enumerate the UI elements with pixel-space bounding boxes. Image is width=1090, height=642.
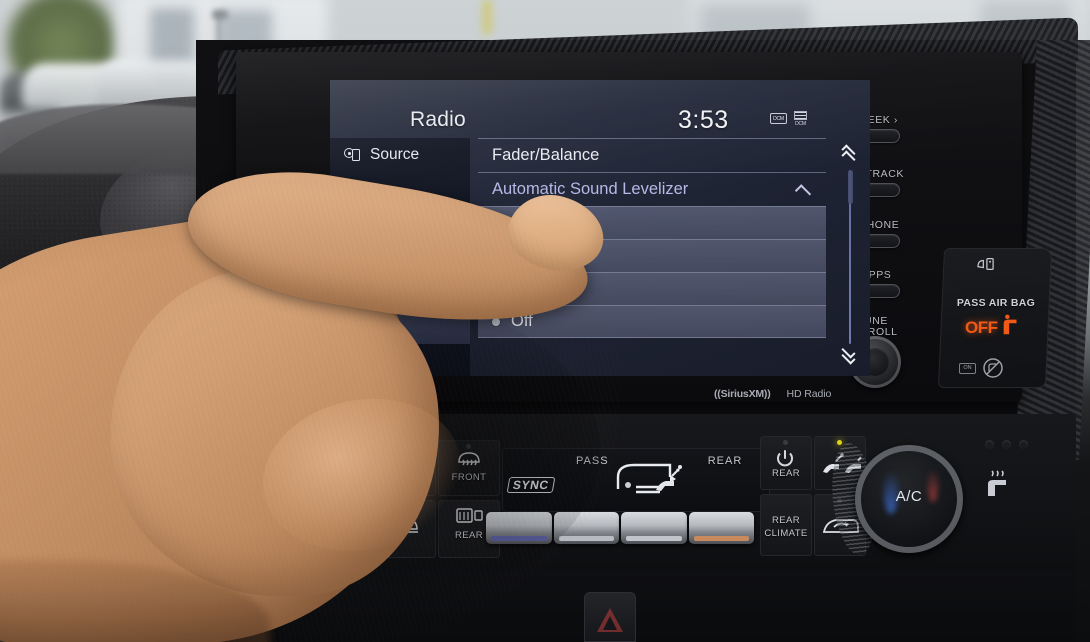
rear-seat-label: REAR — [707, 455, 743, 467]
list-item-fader-balance[interactable]: Fader/Balance — [478, 138, 826, 172]
sidebar-item-presets[interactable]: Presets — [330, 180, 470, 213]
brand-row: ((SiriusXM)) HD Radio — [714, 386, 874, 402]
option-low[interactable]: Low — [478, 272, 826, 305]
infotainment-screen[interactable]: Radio 3:53 DCM DCM Source Presets ions S… — [330, 80, 870, 376]
pass-air-bag-off-indicator: OFF — [965, 318, 998, 337]
sidebar-item-options-label: ions — [362, 284, 391, 302]
option-high[interactable]: High — [478, 206, 826, 239]
presets-grid-icon — [344, 189, 361, 204]
option-low-label: Low — [511, 279, 542, 298]
front-defrost-led — [466, 444, 471, 449]
option-mid-label: Mid — [511, 246, 538, 265]
screen-sidebar: Source Presets ions Sound — [330, 138, 470, 376]
temperature-slider-buttons[interactable] — [486, 512, 754, 544]
dcm-signal-bars — [794, 111, 807, 120]
option-high-label: High — [511, 213, 545, 232]
auto-label: AUTO — [260, 520, 306, 536]
auto-climate-icon — [268, 483, 301, 500]
sidebar-item-options[interactable]: ions — [330, 277, 470, 310]
yellow-marker — [482, 0, 492, 34]
clock: 3:53 — [678, 106, 729, 134]
rear-power-led — [783, 440, 788, 445]
siriusxm-logo: ((SiriusXM)) — [714, 388, 771, 400]
airflow-mode-led — [837, 440, 842, 445]
option-off-label: Off — [511, 312, 533, 330]
double-chevron-down-icon[interactable] — [839, 344, 861, 365]
sidebar-item-source-label: Source — [370, 145, 420, 163]
scroll-controls — [830, 138, 870, 376]
vent-button-4[interactable] — [688, 512, 754, 544]
light-pole-head — [212, 10, 228, 19]
power-icon — [777, 450, 793, 467]
radio-dot-mid — [492, 252, 500, 260]
vent-button-1[interactable] — [486, 512, 552, 544]
sync-indicator: SYNC — [506, 477, 556, 493]
vent-button-3[interactable] — [621, 512, 687, 544]
rear-defrost-icon — [456, 508, 483, 523]
pass-label: PASS — [576, 455, 609, 467]
option-mid[interactable]: Mid — [478, 239, 826, 272]
lower-console — [200, 570, 1076, 642]
pass-air-bag-title: PASS AIR BAG — [956, 297, 1036, 309]
rear-seat-airflow-icon — [656, 465, 682, 491]
sidebar-item-source[interactable]: Source — [330, 138, 470, 171]
vent-button-2[interactable] — [553, 512, 619, 544]
double-chevron-up-icon[interactable] — [839, 144, 861, 165]
climate-off-label: OFF — [394, 472, 416, 483]
chevron-up-icon — [794, 184, 812, 201]
sidebar-item-presets-label: Presets — [370, 187, 423, 205]
airbag-deploy-icon — [977, 258, 994, 270]
windshield-wiper-icon — [392, 518, 418, 533]
seat-heater-icon — [988, 470, 1006, 496]
screen-header: Radio 3:53 DCM DCM — [330, 80, 870, 138]
fan-icon — [395, 452, 414, 468]
rear-power-label: REAR — [772, 468, 800, 479]
screenshot-root: HOME MENU SEEK › ‹ TRACK PHONE APPS TUNE… — [0, 0, 1090, 642]
list-item-automatic-sound-levelizer-label: Automatic Sound Levelizer — [492, 180, 689, 198]
sidebar-item-sound-label: Sound — [344, 318, 389, 336]
page-title: Radio — [410, 108, 466, 131]
hd-radio-logo: HD Radio — [786, 388, 832, 400]
settings-list: Fader/Balance Automatic Sound Levelizer … — [470, 138, 870, 376]
sidebar-item-sound[interactable]: Sound — [330, 311, 470, 344]
list-item-fader-balance-label: Fader/Balance — [492, 146, 600, 164]
hazard-triangle-inner — [603, 616, 617, 630]
pass-air-bag-on-label: ON — [959, 362, 976, 374]
radio-dot-low — [492, 285, 500, 293]
rear-climate-label: REAR CLIMATE — [764, 515, 808, 539]
list-item-automatic-sound-levelizer[interactable]: Automatic Sound Levelizer — [478, 172, 826, 206]
option-off[interactable]: Off — [478, 305, 826, 338]
airbag-seat-icon — [1003, 314, 1017, 335]
airbag-disabled-icon — [983, 358, 1003, 378]
radio-dot-off — [492, 317, 500, 326]
dcm-signal-label: DCM — [795, 121, 806, 127]
dcm-signal-icon: DCM — [793, 111, 808, 127]
pass-air-bag-on-row: ON — [959, 357, 1025, 379]
dcm-badge-icon: DCM — [770, 113, 787, 124]
front-defrost-icon — [458, 452, 480, 466]
source-icon — [344, 147, 361, 162]
climate-off-led — [402, 444, 407, 449]
vent-slots — [985, 440, 1039, 450]
scrollbar-thumb[interactable] — [847, 170, 853, 204]
front-defrost-label: FRONT — [451, 472, 487, 483]
ac-label: A/C — [895, 488, 923, 505]
